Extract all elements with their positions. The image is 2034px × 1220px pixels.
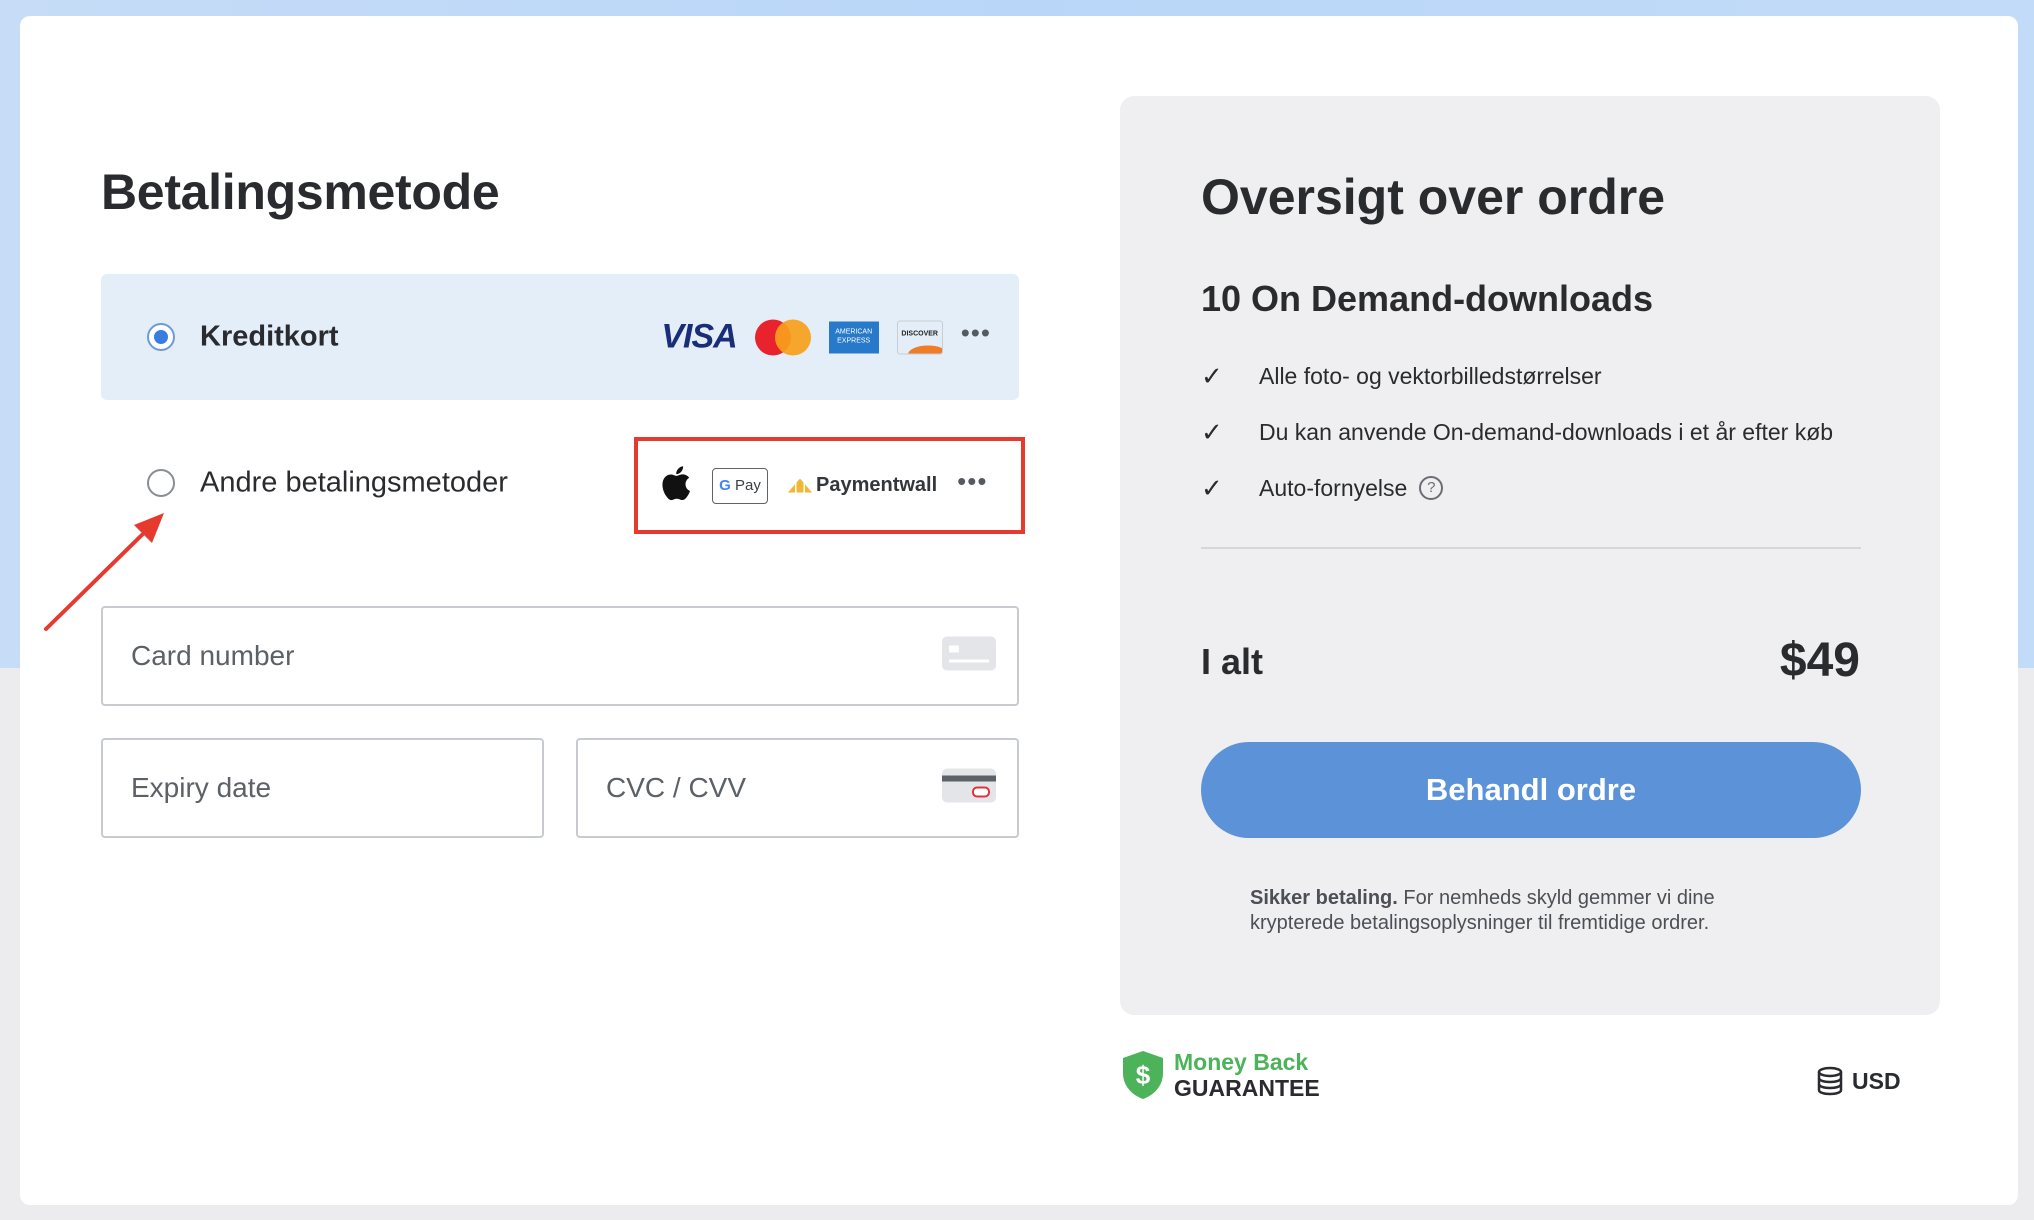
total-value: $49 [1779, 634, 1860, 687]
credit-card-radio[interactable] [147, 323, 175, 351]
payment-option-credit-card[interactable]: Kreditkort VISA AMERICAN EXPRESS DISCOVE… [101, 274, 1019, 400]
check-icon: ✓ [1201, 360, 1223, 391]
mastercard-logo [754, 319, 811, 355]
product-name: 10 On Demand-downloads [1201, 278, 1654, 319]
list-item: ✓ Alle foto- og vektorbilledstørrelser [1201, 360, 1602, 391]
credit-card-label: Kreditkort [200, 320, 339, 353]
list-item: ✓ Auto-fornyelse? [1201, 460, 1833, 516]
coins-icon [1817, 1066, 1843, 1096]
expiry-placeholder: Expiry date [131, 772, 272, 803]
order-summary-panel: Oversigt over ordre 10 On Demand-downloa… [1120, 96, 1940, 1015]
visa-logo: VISA [661, 317, 737, 356]
card-number-field[interactable]: Card number [101, 606, 1019, 706]
google-pay-logo: G Pay [712, 467, 768, 504]
cvc-field[interactable]: CVC / CVV [576, 738, 1019, 838]
amex-logo: AMERICAN EXPRESS [828, 321, 879, 353]
help-icon[interactable]: ? [1419, 476, 1444, 500]
payment-method-title: Betalingsmetode [101, 164, 500, 220]
card-back-icon [941, 768, 997, 809]
currency-selector[interactable]: USD [1816, 1066, 1901, 1096]
check-icon: ✓ [1201, 472, 1223, 503]
discover-logo: DISCOVER [896, 320, 943, 354]
process-order-button[interactable]: Behandl ordre [1201, 742, 1861, 838]
other-methods-radio[interactable] [147, 469, 175, 497]
currency-label: USD [1852, 1067, 1901, 1094]
svg-text:$: $ [1136, 1060, 1151, 1090]
credit-card-icon [941, 636, 997, 677]
feature-list: ✓ Alle foto- og vektorbilledstørrelser ✓ D… [1201, 348, 1833, 516]
total-label: I alt [1201, 641, 1264, 682]
paymentwall-logo: Paymentwall [788, 474, 937, 497]
secure-payment-note: Sikker betaling. For nemheds skyld gemme… [1250, 887, 1715, 934]
shield-icon: $ [1123, 1051, 1163, 1099]
money-back-guarantee: $ Money Back GUARANTEE [1120, 1049, 1320, 1101]
more-methods-icon[interactable]: ••• [957, 468, 987, 496]
order-summary-title: Oversigt over ordre [1201, 169, 1666, 225]
alternative-methods-highlight: G Pay Paymentwall ••• [634, 437, 1025, 534]
list-item: ✓ Du kan anvende On-demand-downloads i et… [1201, 416, 1834, 447]
card-number-placeholder: Card number [131, 640, 295, 671]
card-logos: VISA AMERICAN EXPRESS DISCOVER ••• [661, 318, 991, 357]
check-icon: ✓ [1201, 416, 1223, 447]
other-methods-label: Andre betalingsmetoder [200, 466, 508, 499]
more-cards-icon[interactable]: ••• [961, 319, 991, 347]
cvc-placeholder: CVC / CVV [606, 772, 747, 803]
expiry-date-field[interactable]: Expiry date [101, 738, 544, 838]
apple-pay-logo [658, 463, 692, 508]
divider [1201, 547, 1861, 549]
